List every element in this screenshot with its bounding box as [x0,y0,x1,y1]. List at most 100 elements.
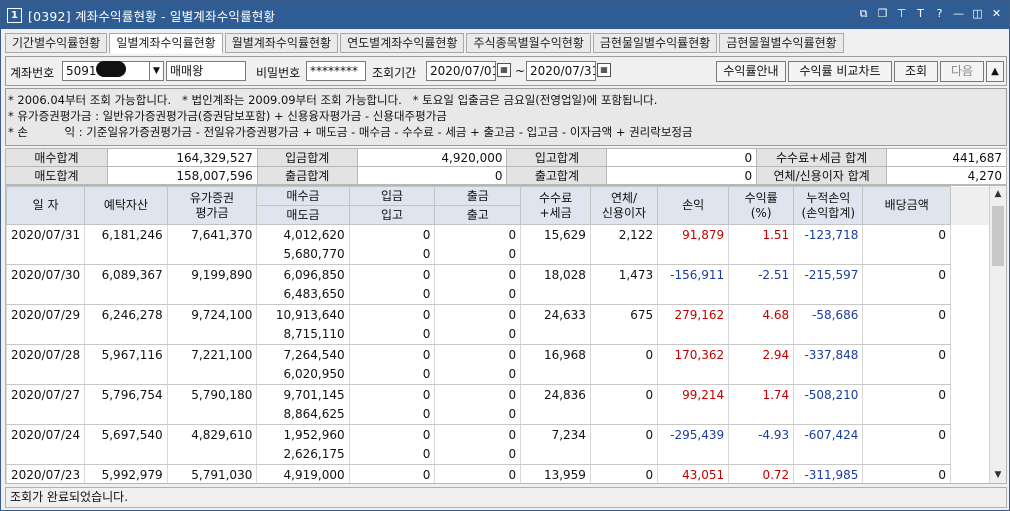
cell-buy: 4,919,000 [256,464,350,483]
tab-6[interactable]: 금현물월별수익률현황 [719,33,844,53]
chevron-down-icon[interactable]: ▼ [150,61,164,81]
cell-in_money: 0 [348,344,436,365]
calendar-icon[interactable]: ▦ [497,63,511,77]
summary-value: 0 [606,166,758,185]
summary-label: 수수료+세금 합계 [756,148,888,167]
cell-buy: 6,096,850 [256,264,350,285]
cell-in_money: 0 [348,264,436,285]
cell-pnl: 99,214 [657,384,730,405]
text-icon[interactable]: T [914,7,927,21]
table-row[interactable]: 2020/07/23 5,992,979 5,791,030 4,919,000 0 0 1… [6,464,1007,483]
tab-0[interactable]: 기간별수익률현황 [5,33,108,53]
minimize-icon[interactable]: — [952,7,965,21]
summary-label: 매수합계 [5,148,108,167]
tab-5[interactable]: 금현물일별수익률현황 [592,33,718,53]
cell-out_stock: 0 [434,444,522,465]
compare-chart-button[interactable]: 수익률 비교차트 [788,61,892,82]
header-deposit[interactable]: 예탁자산 [84,186,168,225]
summary-label: 매도합계 [5,166,108,185]
cell-in_money: 0 [348,384,436,405]
table-row[interactable]: 2020/07/24 5,697,540 4,829,610 1,952,960 0 0 7… [6,424,1007,445]
title-bar: 1 [0392] 계좌수익률현황 - 일별계좌수익률현황 ⧉ ❐ ⊤ T ? —… [1,1,1009,29]
table-row[interactable]: 2020/07/31 6,181,246 7,641,370 4,012,620 0 0 1… [6,224,1007,245]
table-row[interactable]: 8,715,110 0 0 [6,324,1007,345]
window-list-icon[interactable]: ⧉ [857,7,870,21]
guide-button[interactable]: 수익률안내 [716,61,786,82]
summary-value: 164,329,527 [106,148,258,167]
empty-cell [84,364,168,385]
empty-cell [589,444,659,465]
empty-cell [84,284,168,305]
header-interest[interactable]: 연체/ 신용이자 [589,186,659,225]
cell-interest: 1,473 [589,264,659,285]
cell-buy: 10,913,640 [256,304,350,325]
header-buy[interactable]: 매수금 [256,186,350,206]
header-rate[interactable]: 수익률 (%) [728,186,795,225]
cell-interest: 0 [589,464,659,483]
header-sell[interactable]: 매도금 [256,205,350,225]
cell-in_stock: 0 [348,284,436,305]
password-field[interactable]: ******** [306,61,366,81]
header-date[interactable]: 일 자 [6,186,86,225]
empty-cell [6,324,86,345]
table-row[interactable]: 2020/07/28 5,967,116 7,221,100 7,264,540 0 0 1… [6,344,1007,365]
cell-fee: 13,959 [520,464,591,483]
scrollbar-thumb[interactable] [992,206,1004,266]
help-icon[interactable]: ? [933,7,946,21]
summary-value: 0 [606,148,758,167]
table-row[interactable]: 6,020,950 0 0 [6,364,1007,385]
header-cum[interactable]: 누적손익 (손익합계) [793,186,864,225]
header-dividend[interactable]: 배당금액 [862,186,951,225]
header-fee[interactable]: 수수료 +세금 [520,186,591,225]
date-from-field[interactable]: 2020/07/01 [426,61,496,81]
cell-cum: -123,718 [793,224,864,245]
empty-cell [793,444,864,465]
close-icon[interactable]: ✕ [990,7,1003,21]
tab-4[interactable]: 주식종목별월수익현황 [466,33,591,53]
cell-in_money: 0 [348,424,436,445]
query-button[interactable]: 조회 [894,61,938,82]
cell-fee: 24,633 [520,304,591,325]
table-row[interactable]: 8,864,625 0 0 [6,404,1007,425]
header-securities[interactable]: 유가증권 평가금 [166,186,258,225]
empty-cell [166,284,258,305]
cell-fee: 15,629 [520,224,591,245]
vertical-scrollbar[interactable]: ▲ ▼ [989,186,1006,483]
chevron-down-icon[interactable]: ▼ [990,467,1006,483]
password-label: 비밀번호 [256,66,301,80]
empty-cell [84,324,168,345]
empty-cell [728,284,795,305]
calendar-icon[interactable]: ▦ [597,63,611,77]
next-button[interactable]: 다음 [940,61,984,82]
pin-icon[interactable]: ⊤ [895,7,908,21]
empty-cell [728,404,795,425]
data-grid-container[interactable]: 일 자 예탁자산 유가증권 평가금 매수금 입금 출금 수수료 +세금 연체/ … [5,185,1007,484]
table-row[interactable]: 2,626,175 0 0 [6,444,1007,465]
cell-out_money: 0 [434,424,522,445]
chevron-up-icon[interactable]: ▲ [990,186,1006,202]
header-in-stock[interactable]: 입고 [348,205,436,225]
restore-icon[interactable]: ◫ [971,7,984,21]
header-out-stock[interactable]: 출고 [434,205,522,225]
collapse-up-button[interactable]: ▲ [986,61,1004,82]
cell-deposit: 5,992,979 [84,464,168,483]
empty-cell [862,364,951,385]
tab-1[interactable]: 일별계좌수익률현황 [109,33,223,54]
table-row[interactable]: 2020/07/29 6,246,278 9,724,100 10,913,640 0 0… [6,304,1007,325]
cell-buy: 1,952,960 [256,424,350,445]
tab-2[interactable]: 월별계좌수익률현황 [224,33,339,53]
header-in-money[interactable]: 입금 [348,186,436,206]
table-row[interactable]: 2020/07/30 6,089,367 9,199,890 6,096,850 0 0 1… [6,264,1007,285]
new-window-icon[interactable]: ❐ [876,7,889,21]
date-to-field[interactable]: 2020/07/31 [526,61,596,81]
header-pnl[interactable]: 손익 [657,186,730,225]
table-row[interactable]: 5,680,770 0 0 [6,244,1007,265]
date-separator: ~ [515,64,526,78]
tab-3[interactable]: 연도별계좌수익률현황 [340,33,465,53]
cell-rate: 1.51 [728,224,795,245]
cell-out_money: 0 [434,224,522,245]
table-row[interactable]: 2020/07/27 5,796,754 5,790,180 9,701,145 0 0 2… [6,384,1007,405]
empty-cell [520,404,591,425]
header-out-money[interactable]: 출금 [434,186,522,206]
table-row[interactable]: 6,483,650 0 0 [6,284,1007,305]
